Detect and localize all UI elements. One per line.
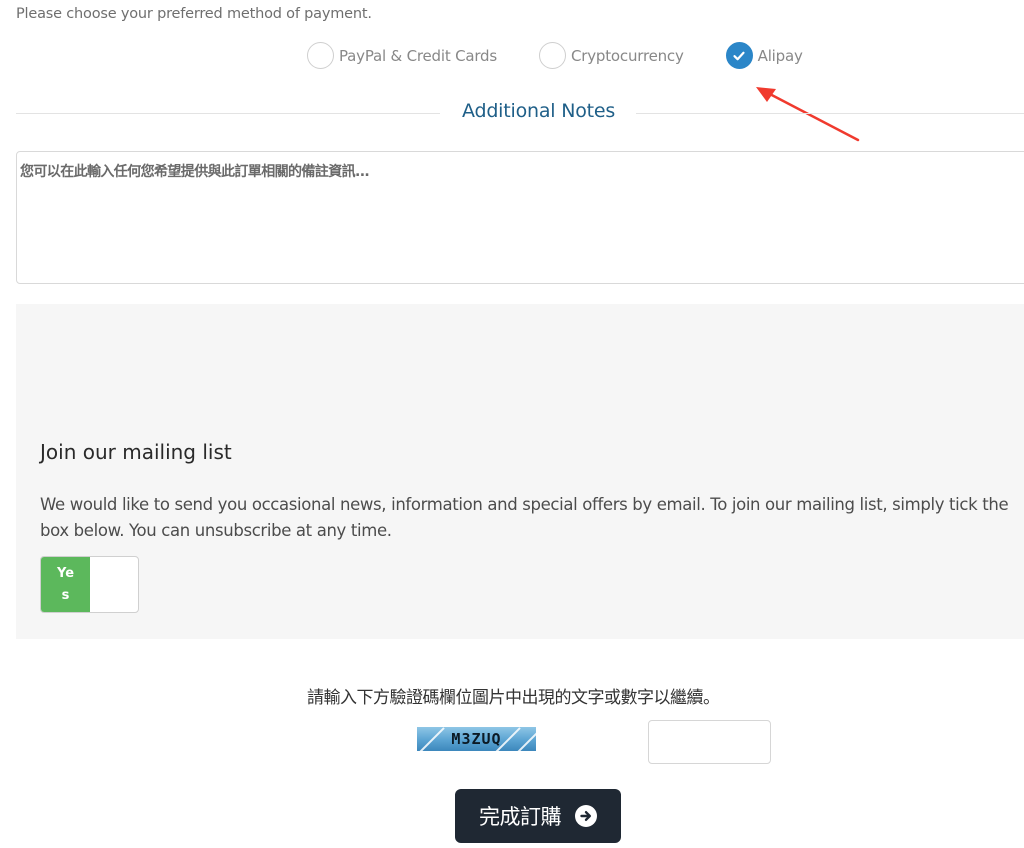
payment-option-paypal[interactable]: PayPal & Credit Cards xyxy=(307,42,497,69)
payment-option-label: PayPal & Credit Cards xyxy=(339,46,497,65)
payment-option-alipay[interactable]: Alipay xyxy=(725,42,803,69)
payment-option-label: Cryptocurrency xyxy=(571,46,684,65)
captcha-image: M3ZUQ xyxy=(417,727,536,751)
checkout-page: Please choose your preferred method of p… xyxy=(0,0,1024,848)
mailing-list-description: We would like to send you occasional new… xyxy=(40,495,1009,540)
mailing-list-panel: Join our mailing list We would like to s… xyxy=(16,304,1024,639)
toggle-on-label: Yes xyxy=(41,557,90,612)
captcha-code: M3ZUQ xyxy=(451,730,502,748)
checkmark-icon xyxy=(733,51,745,60)
additional-notes-header: Additional Notes xyxy=(16,99,1024,127)
payment-method-group: PayPal & Credit Cards Cryptocurrency Ali… xyxy=(307,42,803,69)
radio-unchecked-icon[interactable] xyxy=(307,42,334,69)
additional-notes-textarea[interactable] xyxy=(16,151,1024,284)
payment-option-label: Alipay xyxy=(757,46,803,65)
divider-line xyxy=(636,113,1024,114)
divider-line xyxy=(16,113,440,114)
radio-unchecked-icon[interactable] xyxy=(539,42,566,69)
submit-label: 完成訂購 xyxy=(479,805,562,829)
captcha-stripe xyxy=(517,727,536,751)
radio-checked-icon[interactable] xyxy=(725,42,753,69)
captcha-instruction: 請輸入下方驗證碼欄位圖片中出現的文字或數字以繼續。 xyxy=(307,688,720,708)
mailing-list-title: Join our mailing list xyxy=(40,440,232,464)
payment-option-cryptocurrency[interactable]: Cryptocurrency xyxy=(539,42,684,69)
payment-method-intro: Please choose your preferred method of p… xyxy=(16,6,372,22)
mailing-list-toggle[interactable]: Yes xyxy=(40,556,139,613)
arrow-circle-right-icon xyxy=(575,805,597,827)
section-title: Additional Notes xyxy=(462,100,616,122)
captcha-input[interactable] xyxy=(648,720,771,764)
captcha-stripe xyxy=(419,727,445,751)
complete-order-button[interactable]: 完成訂購 xyxy=(455,789,621,843)
